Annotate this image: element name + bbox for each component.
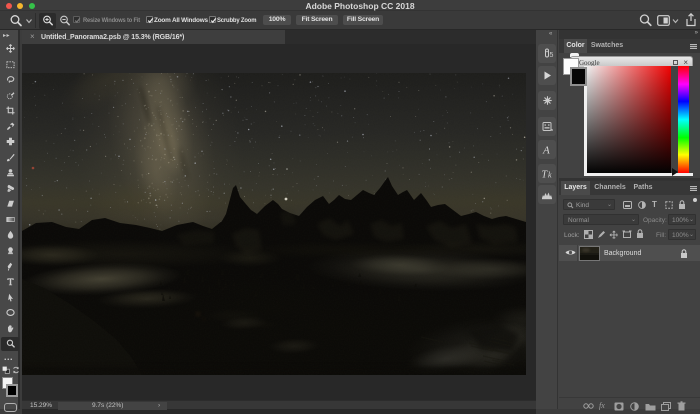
svg-text:A: A [542, 145, 550, 157]
svg-text:5: 5 [550, 52, 554, 59]
svg-text:k: k [548, 170, 552, 179]
